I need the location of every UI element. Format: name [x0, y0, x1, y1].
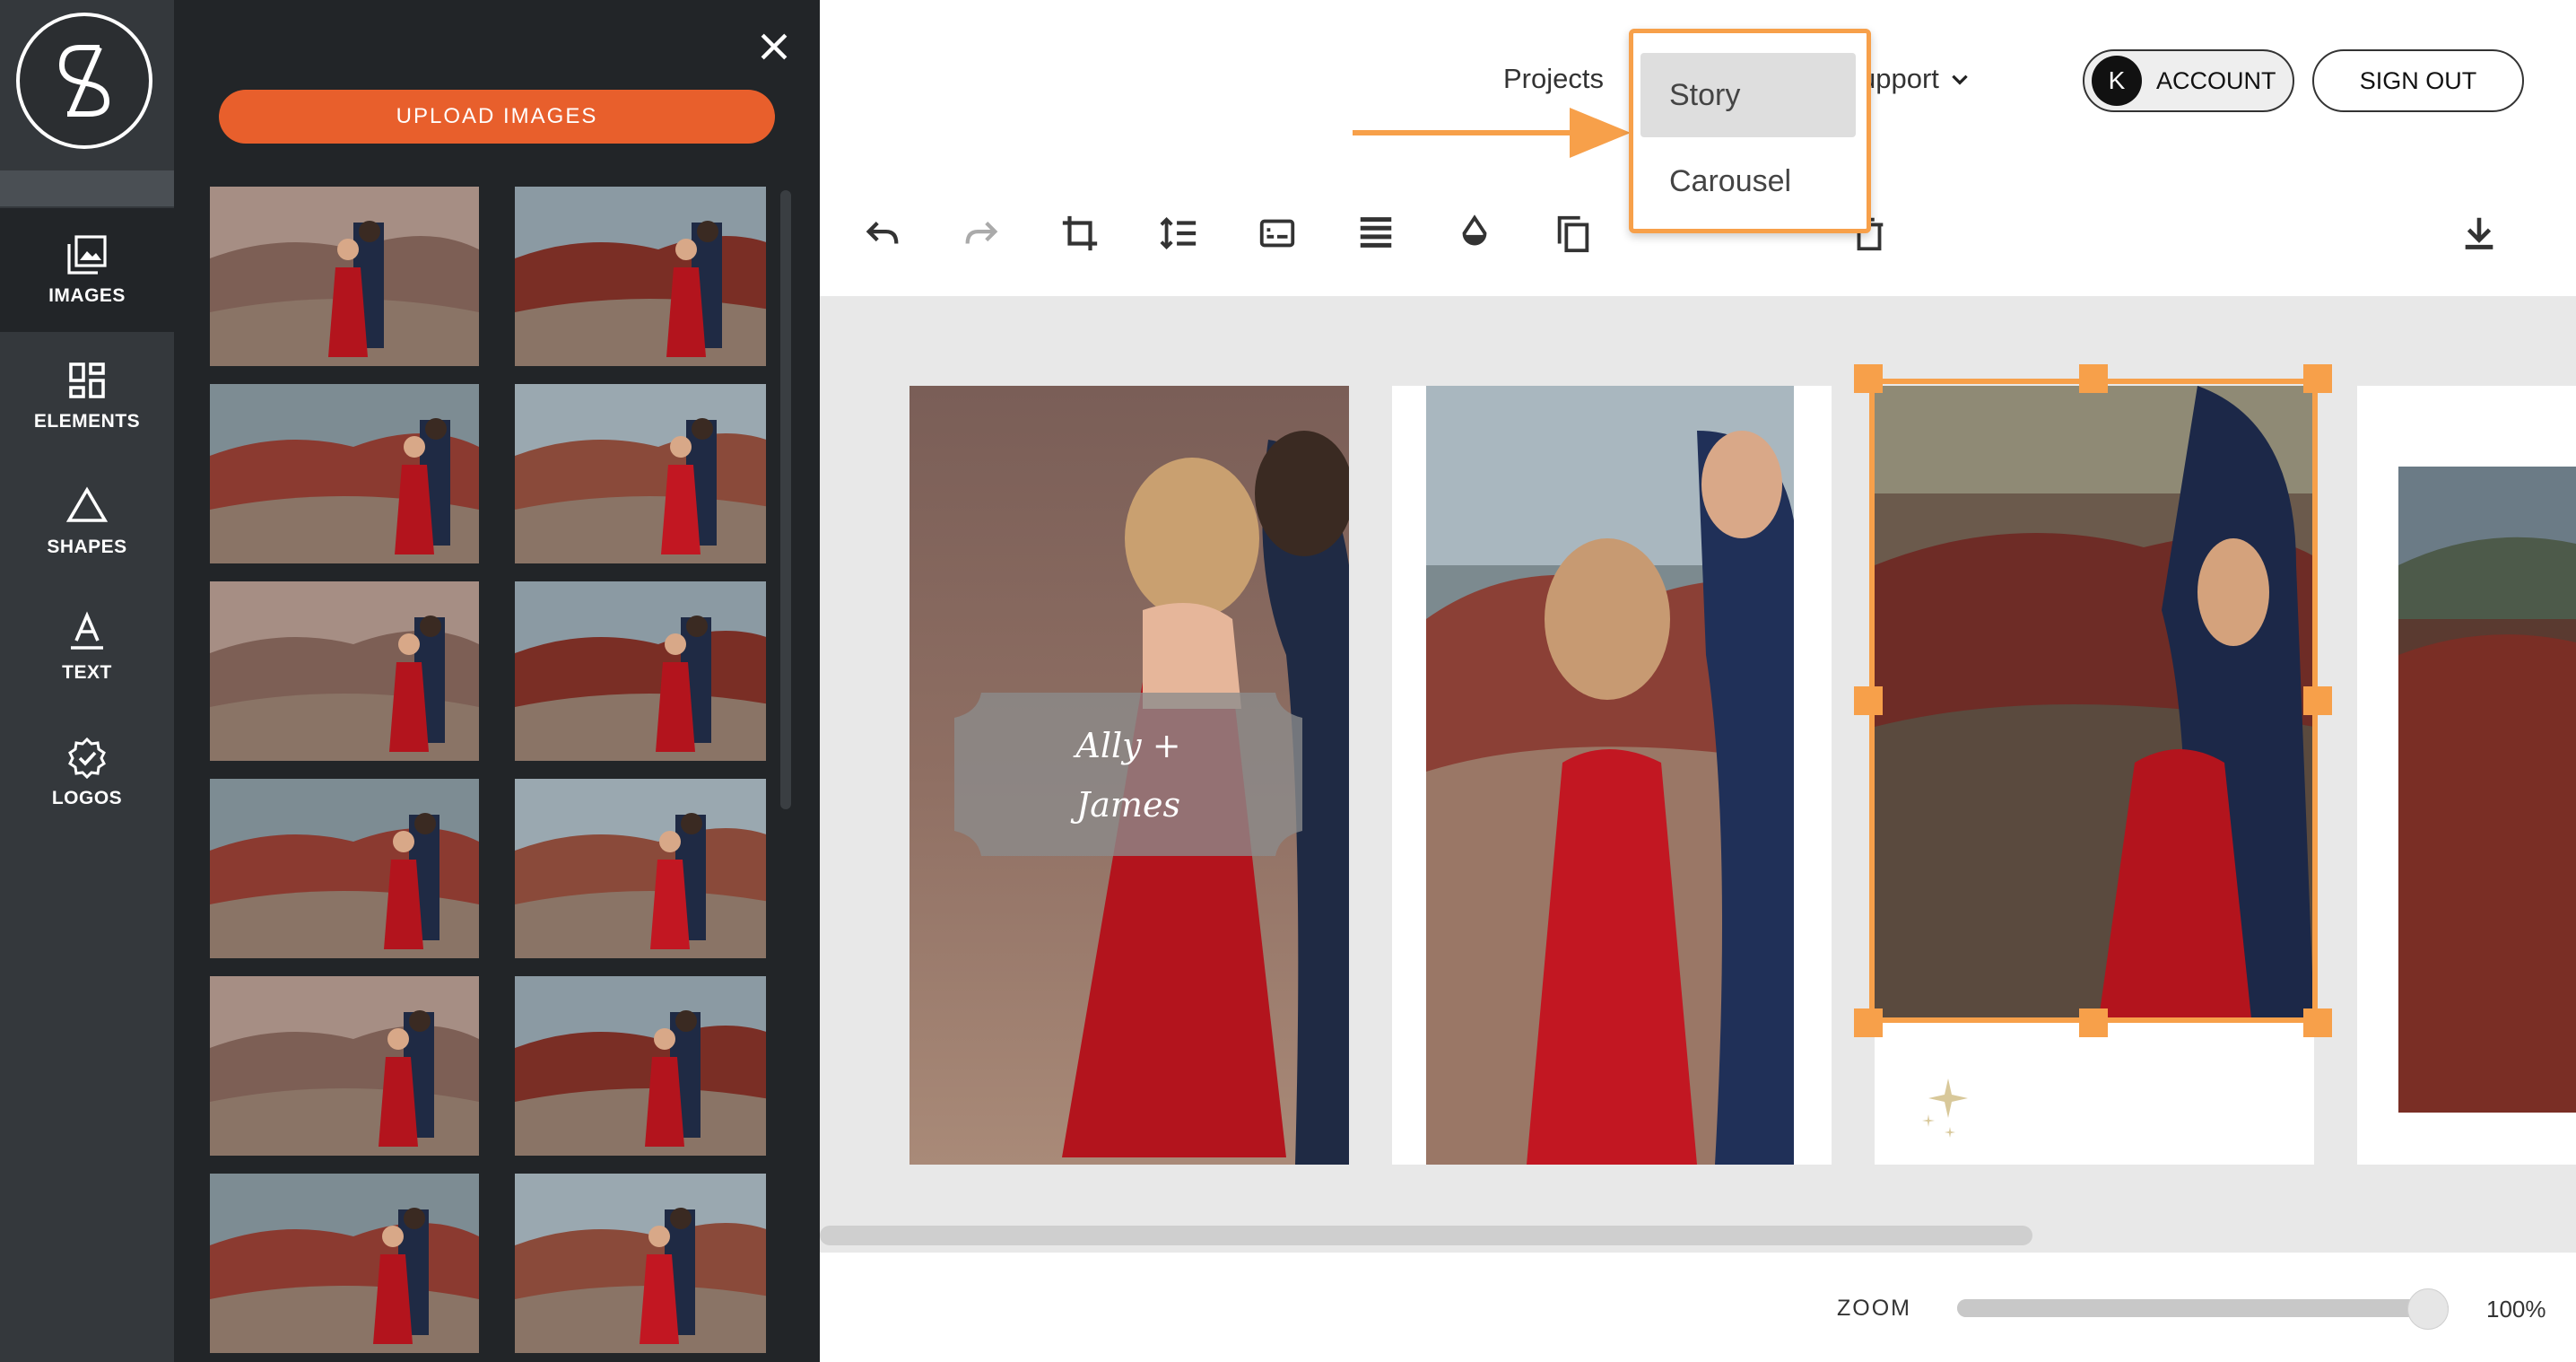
line-spacing-button[interactable] [1152, 206, 1205, 260]
sidebar-item-label: LOGOS [51, 788, 123, 808]
redo-button[interactable] [954, 206, 1008, 260]
zoom-value: 100% [2486, 1296, 2546, 1323]
text-icon [71, 611, 103, 650]
image-thumbnail[interactable] [210, 1174, 479, 1353]
chevron-down-icon [1952, 74, 1968, 85]
image-thumbnail[interactable] [210, 187, 479, 366]
caption-button[interactable] [1250, 206, 1304, 260]
resize-handle-right[interactable] [2303, 686, 2332, 715]
image-thumbnail-grid [210, 187, 766, 1362]
images-icon [67, 235, 107, 275]
sidebar-item-label: IMAGES [48, 285, 126, 306]
resize-handle-left[interactable] [1854, 686, 1883, 715]
image-thumbnail[interactable] [210, 779, 479, 958]
nav-projects-link[interactable]: Projects [1503, 63, 1604, 95]
overlay-text-line-2: James [1076, 785, 1180, 825]
text-element[interactable]: Ally + James [954, 693, 1302, 856]
undo-icon [866, 222, 899, 244]
icon-rail: IMAGES ELEMENTS SHAPES TEXT LOGOS [0, 0, 174, 1362]
copy-icon [1557, 215, 1589, 253]
align-button[interactable] [1349, 206, 1403, 260]
download-icon [2465, 217, 2493, 249]
close-panel-button[interactable] [754, 27, 794, 66]
dropdown-option-story[interactable]: Story [1640, 53, 1856, 137]
image-thumbnail[interactable] [515, 1174, 766, 1353]
image-thumbnail[interactable] [515, 779, 766, 958]
align-icon [1360, 217, 1392, 248]
annotation-arrow-icon [1353, 108, 1631, 158]
image-thumbnail[interactable] [210, 384, 479, 563]
resize-handle-bottom-left[interactable] [1854, 1008, 1883, 1037]
image-thumbnail[interactable] [210, 976, 479, 1156]
couple-photo-2 [1392, 386, 1832, 1165]
selection-box [1869, 379, 2318, 1023]
brand-logo[interactable] [16, 13, 152, 149]
zoom-label: ZOOM [1837, 1296, 1911, 1321]
download-button[interactable] [2452, 206, 2506, 260]
crop-button[interactable] [1053, 206, 1107, 260]
account-label: ACCOUNT [2156, 66, 2276, 94]
drop-icon [1462, 214, 1487, 246]
avatar: K [2092, 56, 2142, 106]
sidebar-item-text[interactable]: TEXT [0, 585, 174, 709]
sidebar-item-elements[interactable]: ELEMENTS [0, 334, 174, 458]
image-thumbnail[interactable] [515, 976, 766, 1156]
panel-scrollbar[interactable] [780, 190, 791, 809]
sidebar-item-images[interactable]: IMAGES [0, 208, 174, 332]
sidebar-item-label: SHAPES [47, 537, 127, 557]
shapes-icon [65, 486, 109, 522]
resize-handle-top-right[interactable] [2303, 364, 2332, 393]
zoom-slider-fill [1957, 1299, 2449, 1317]
caption-icon [1259, 219, 1295, 248]
redo-icon [965, 222, 998, 244]
logos-icon [68, 737, 106, 779]
canvas-horizontal-scrollbar[interactable] [820, 1226, 2032, 1245]
close-icon [761, 33, 788, 60]
resize-handle-bottom[interactable] [2079, 1008, 2108, 1037]
zoom-slider-handle[interactable] [2407, 1288, 2449, 1330]
account-button[interactable]: K ACCOUNT [2083, 49, 2294, 112]
image-thumbnail[interactable] [515, 581, 766, 761]
image-thumbnail[interactable] [515, 187, 766, 366]
sidebar-item-label: TEXT [62, 662, 112, 683]
resize-handle-top[interactable] [2079, 364, 2108, 393]
resize-handle-top-left[interactable] [1854, 364, 1883, 393]
elements-icon [69, 362, 105, 398]
image-thumbnail[interactable] [210, 581, 479, 761]
opacity-button[interactable] [1448, 206, 1501, 260]
duplicate-button[interactable] [1546, 206, 1600, 260]
project-type-dropdown: Story Carousel [1629, 29, 1871, 233]
sidebar-item-label: ELEMENTS [33, 411, 141, 432]
brand-s-icon [58, 45, 110, 117]
landscape-photo-4 [2357, 386, 2576, 1165]
line-spacing-icon [1160, 216, 1197, 250]
images-panel: UPLOAD IMAGES [174, 0, 820, 1362]
undo-button[interactable] [856, 206, 909, 260]
upload-images-button[interactable]: UPLOAD IMAGES [219, 90, 775, 144]
sidebar-item-logos[interactable]: LOGOS [0, 711, 174, 834]
rail-divider [0, 170, 174, 206]
overlay-text-line-1: Ally + [1075, 726, 1181, 765]
resize-handle-bottom-right[interactable] [2303, 1008, 2332, 1037]
dropdown-option-carousel[interactable]: Carousel [1640, 139, 1856, 223]
sign-out-button[interactable]: SIGN OUT [2312, 49, 2524, 112]
story-frame-4[interactable] [2357, 386, 2576, 1165]
sidebar-item-shapes[interactable]: SHAPES [0, 459, 174, 583]
zoom-slider-track[interactable] [1957, 1299, 2449, 1317]
nav-support-label: upport [1860, 63, 1939, 94]
nav-support-link[interactable]: upport [1860, 63, 1971, 95]
crop-icon [1062, 215, 1098, 251]
image-thumbnail[interactable] [515, 384, 766, 563]
story-frame-2[interactable] [1392, 386, 1832, 1165]
